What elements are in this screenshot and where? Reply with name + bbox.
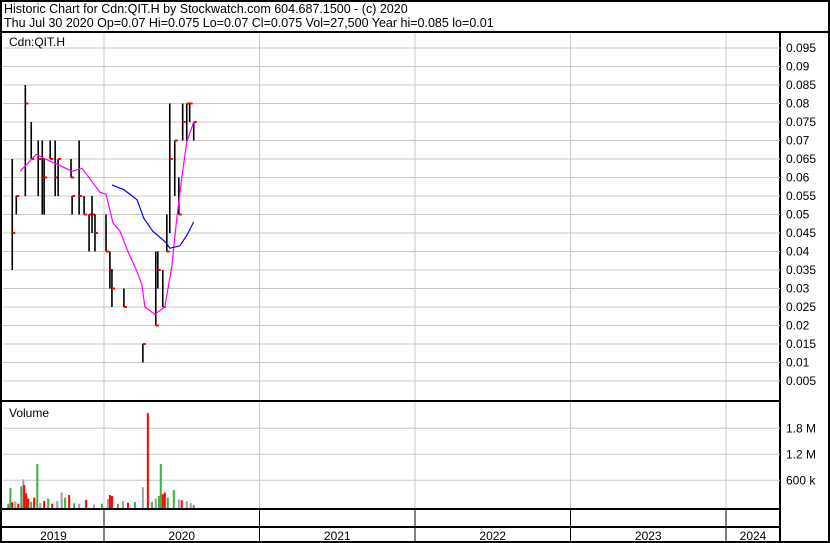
volume-bar bbox=[33, 497, 36, 508]
year-label: 2022 bbox=[479, 529, 506, 543]
volume-bar bbox=[159, 464, 162, 508]
year-label: 2024 bbox=[740, 529, 767, 543]
volume-bar bbox=[36, 464, 39, 508]
volume-bar bbox=[51, 503, 54, 508]
volume-panel-title: Volume bbox=[9, 406, 49, 420]
volume-bar bbox=[64, 497, 67, 508]
year-label: 2019 bbox=[40, 529, 67, 543]
volume-bar bbox=[14, 501, 17, 508]
price-tick-label: 0.045 bbox=[786, 226, 816, 240]
volume-bar bbox=[73, 503, 76, 508]
volume-bar bbox=[78, 503, 81, 508]
volume-bar bbox=[141, 487, 144, 508]
price-tick-label: 0.015 bbox=[786, 337, 816, 351]
price-tick-label: 0.065 bbox=[786, 152, 816, 166]
price-tick-label: 0.025 bbox=[786, 300, 816, 314]
price-tick-label: 0.085 bbox=[786, 78, 816, 92]
price-tick-label: 0.035 bbox=[786, 263, 816, 277]
volume-bar bbox=[150, 501, 153, 508]
price-tick-label: 0.08 bbox=[786, 97, 810, 111]
price-tick-label: 0.02 bbox=[786, 319, 810, 333]
volume-bar bbox=[100, 503, 103, 508]
volume-bar bbox=[126, 502, 129, 508]
volume-bar bbox=[20, 486, 23, 508]
volume-bar bbox=[30, 501, 33, 508]
volume-bar bbox=[25, 493, 28, 508]
volume-tick-label: 600 k bbox=[786, 473, 816, 487]
long-moving-average-line bbox=[111, 184, 195, 249]
volume-bar bbox=[43, 501, 46, 508]
price-tick-label: 0.005 bbox=[786, 374, 816, 388]
year-label: 2021 bbox=[324, 529, 351, 543]
volume-bar bbox=[47, 498, 50, 508]
volume-bar bbox=[107, 498, 110, 508]
volume-bar bbox=[163, 492, 166, 508]
price-tick-label: 0.06 bbox=[786, 171, 810, 185]
price-panel-title: Cdn:QIT.H bbox=[9, 35, 65, 49]
year-label: 2020 bbox=[168, 529, 195, 543]
volume-bar bbox=[9, 488, 12, 508]
price-tick-label: 0.01 bbox=[786, 356, 810, 370]
volume-bar bbox=[7, 503, 10, 508]
volume-bar bbox=[39, 502, 42, 508]
volume-bar bbox=[146, 413, 149, 508]
volume-bar bbox=[108, 495, 111, 508]
volume-bar bbox=[110, 495, 113, 508]
volume-bar bbox=[192, 505, 195, 508]
volume-bar bbox=[11, 502, 14, 508]
volume-bar bbox=[177, 499, 180, 508]
stock-chart: 0.095 0.09 0.085 0.08 0.075 0.07 0.065 0.06 0.05… bbox=[0, 31, 830, 543]
volume-bar bbox=[180, 500, 183, 508]
volume-bar bbox=[60, 492, 63, 508]
year-label: 2023 bbox=[635, 529, 662, 543]
volume-bar bbox=[56, 501, 59, 508]
volume-bar bbox=[68, 495, 71, 508]
volume-bar bbox=[85, 499, 88, 508]
price-tick-label: 0.075 bbox=[786, 115, 816, 129]
price-tick-label: 0.04 bbox=[786, 245, 810, 259]
volume-bar bbox=[157, 495, 160, 508]
volume-bar bbox=[185, 501, 188, 508]
volume-bar bbox=[93, 504, 96, 508]
volume-bar bbox=[189, 503, 192, 508]
volume-bar bbox=[166, 497, 169, 508]
price-tick-label: 0.03 bbox=[786, 282, 810, 296]
volume-bar bbox=[17, 503, 20, 508]
price-tick-label: 0.07 bbox=[786, 134, 810, 148]
volume-bar bbox=[154, 498, 157, 508]
volume-bar bbox=[121, 501, 124, 508]
volume-bar bbox=[172, 490, 175, 508]
price-tick-label: 0.09 bbox=[786, 60, 810, 74]
short-moving-average-line bbox=[19, 121, 195, 316]
volume-bar bbox=[23, 485, 26, 508]
volume-bar bbox=[116, 503, 119, 508]
volume-bar bbox=[27, 498, 30, 508]
volume-bar bbox=[161, 494, 164, 508]
volume-tick-label: 1.2 M bbox=[786, 447, 816, 461]
volume-tick-label: 1.8 M bbox=[786, 421, 816, 435]
price-tick-label: 0.055 bbox=[786, 189, 816, 203]
price-tick-label: 0.095 bbox=[786, 41, 816, 55]
volume-bar bbox=[133, 501, 136, 508]
price-tick-label: 0.05 bbox=[786, 208, 810, 222]
